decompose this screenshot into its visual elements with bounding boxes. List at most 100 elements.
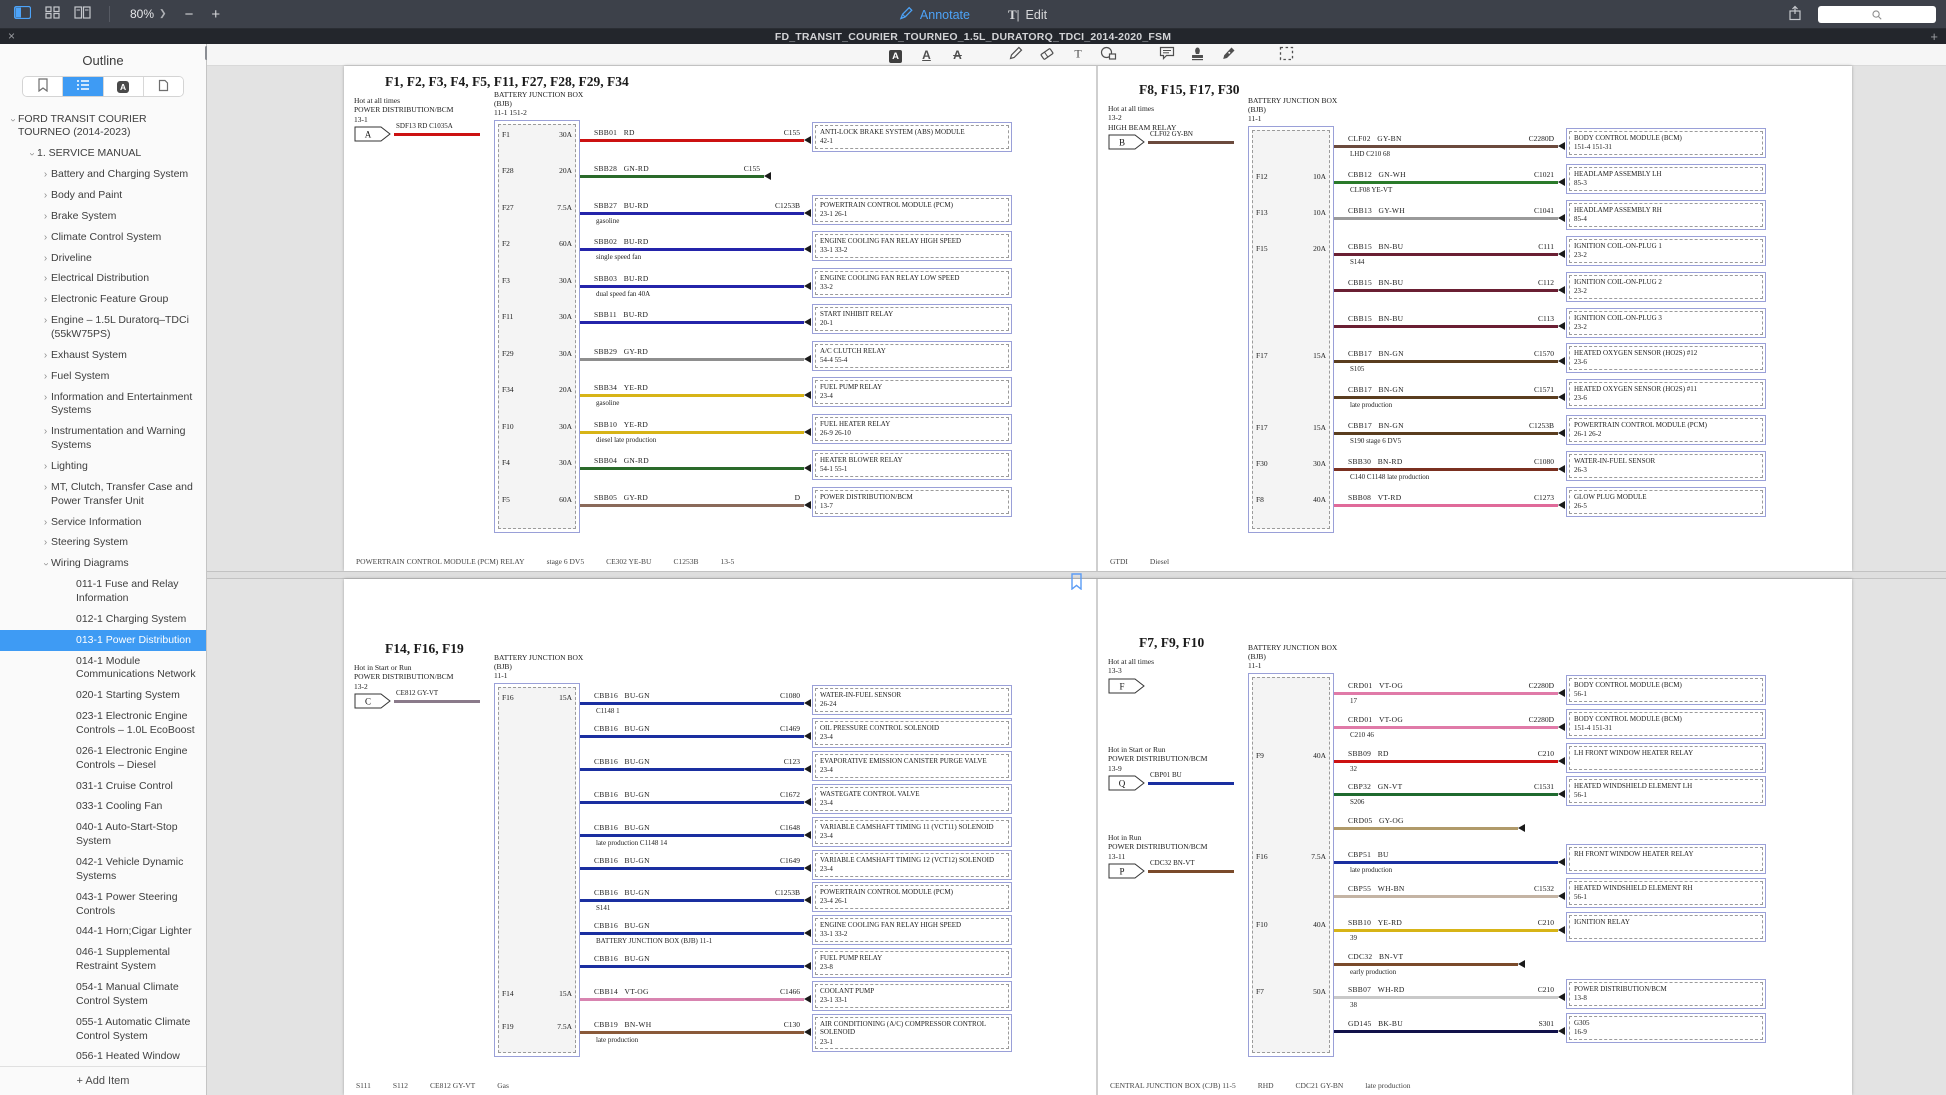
component-box: VARIABLE CAMSHAFT TIMING 12 (VCT12) SOLE… [812,850,1012,880]
wire [580,212,804,215]
outline-item[interactable]: ›Brake System [0,206,206,227]
outline-item[interactable]: 014-1 Module Communications Network [0,651,206,686]
outline-item[interactable]: ›Information and Entertainment Systems [0,387,206,422]
outline-item[interactable]: ›Driveline [0,248,206,269]
select-tool-button[interactable] [1278,46,1296,64]
stamp-tool-button[interactable] [1189,46,1207,64]
outline-item[interactable]: 055-1 Automatic Climate Control System [0,1012,206,1047]
bookmark-icon[interactable] [1070,573,1083,595]
outline-item[interactable]: 046-1 Supplemental Restraint System [0,943,206,978]
chevron-down-icon: › [40,559,53,570]
wire [580,932,804,935]
outline-item[interactable]: ›Service Information [0,512,206,533]
outline-item-label: 056-1 Heated Window [76,1050,180,1064]
underline-tool-button[interactable]: A [918,46,936,64]
wire-label: CBB15 BN-BU [1348,314,1403,323]
fuse-label: F1615A [502,693,572,702]
outline-item[interactable]: ›FORD TRANSIT COURIER TOURNEO (2014-2023… [0,109,206,144]
outline-item[interactable]: 040-1 Auto-Start-Stop System [0,818,206,853]
outline-item-label: 054-1 Manual Climate Control System [76,981,200,1009]
toolbar-right-group [1784,0,1936,29]
outline-item[interactable]: 044-1 Horn;Cigar Lighter [0,922,206,943]
diagram-annotations: S111S112CE812 GY-VTGas [356,1081,531,1090]
outline-item[interactable]: ›Exhaust System [0,345,206,366]
component-box: IGNITION COIL-ON-PLUG 123-2 [1566,236,1766,266]
pencil-tool-button[interactable] [1007,46,1025,64]
outline-item[interactable]: ›Wiring Diagrams [0,554,206,575]
new-tab-button[interactable]: + [1930,29,1938,44]
page-canvas[interactable]: F1, F2, F3, F4, F5, F11, F27, F28, F29, … [207,66,1946,1095]
search-input[interactable] [1818,6,1936,23]
outline-item[interactable]: ›Climate Control System [0,227,206,248]
zoom-in-button[interactable]: + [205,6,226,23]
sidebar-tab-switcher: A [22,76,184,97]
wire [1334,325,1558,328]
component-box: HEATED WINDSHIELD ELEMENT RH56-1 [1566,878,1766,908]
outline-item[interactable]: 042-1 Vehicle Dynamic Systems [0,853,206,888]
text-tool-button[interactable]: T [1069,46,1087,64]
outline-item[interactable]: ›1. SERVICE MANUAL [0,144,206,165]
wire [580,1031,804,1034]
sidebar-tab-bookmarks[interactable] [23,77,63,96]
outline-item[interactable]: ›Electronic Feature Group [0,290,206,311]
sidebar-tab-outline[interactable] [63,77,103,96]
outline-item[interactable]: 031-1 Cruise Control [0,776,206,797]
pencil-icon [1008,45,1024,64]
component-box: ENGINE COOLING FAN RELAY HIGH SPEED33-1 … [812,231,1012,261]
annotate-mode-tab[interactable]: Annotate [893,5,976,24]
zoom-out-button[interactable]: − [179,6,200,23]
strikethrough-icon: A [953,47,962,62]
wire-note: gasoline [596,217,619,225]
outline-item[interactable]: 012-1 Charging System [0,609,206,630]
two-page-view-button[interactable] [70,4,95,24]
wire-arrow [1558,393,1565,401]
thumbnails-view-button[interactable] [41,4,64,24]
note-tool-button[interactable] [1158,46,1176,64]
add-item-button[interactable]: + Add Item [0,1066,206,1095]
outline-item[interactable]: 011-1 Fuse and Relay Information [0,575,206,610]
signature-tool-button[interactable] [1220,46,1238,64]
two-page-icon [74,6,91,22]
shapes-tool-button[interactable] [1100,46,1118,64]
outline-item[interactable]: 056-1 Heated Window [0,1047,206,1066]
wire [1334,793,1558,796]
wire [580,139,804,142]
wire-note: 32 [1350,765,1357,773]
outline-item[interactable]: ›Body and Paint [0,185,206,206]
outline-item[interactable]: ›Battery and Charging System [0,165,206,186]
zoom-level-select[interactable]: 80% ❯ [124,6,173,22]
connector-label: C1532 [1488,884,1554,893]
marker-pen-icon [899,6,914,23]
sidebar-toggle-button[interactable] [10,4,35,24]
outline-item[interactable]: ›Electrical Distribution [0,269,206,290]
outline-item[interactable]: 023-1 Electronic Engine Controls – 1.0L … [0,707,206,742]
outline-item[interactable]: ›Instrumentation and Warning Systems [0,422,206,457]
outline-item[interactable]: 054-1 Manual Climate Control System [0,978,206,1013]
close-tab-button[interactable]: × [8,29,15,44]
outline-item[interactable]: ›MT, Clutch, Transfer Case and Power Tra… [0,477,206,512]
outline-item[interactable]: 033-1 Cooling Fan [0,797,206,818]
highlight-tool-button[interactable]: A [887,46,905,64]
outline-item[interactable]: ›Fuel System [0,366,206,387]
strikethrough-tool-button[interactable]: A [949,46,967,64]
chevron-right-icon: › [40,425,51,438]
sidebar-tab-annotations[interactable]: A [104,77,144,96]
outline-item[interactable]: ›Engine – 1.5L Duratorq–TDCi (55kW75PS) [0,311,206,346]
wire-label: CBB17 BN-GN [1348,421,1404,430]
connector-label: C1649 [734,856,800,865]
toolbar-left-group: 80% ❯ − + [0,4,226,24]
outline-item[interactable]: ›Lighting [0,456,206,477]
outline-item[interactable]: 013-1 Power Distribution [0,630,206,651]
connector-label: C111 [1488,242,1554,251]
sidebar-tab-pages[interactable] [144,77,183,96]
share-button[interactable] [1784,3,1806,26]
outline-item[interactable]: 026-1 Electronic Engine Controls – Diese… [0,741,206,776]
power-source-label: Hot at all timesPOWER DISTRIBUTION/BCM13… [354,96,494,144]
wire-arrow [804,798,811,806]
chevron-right-icon: › [40,293,51,306]
edit-mode-tab[interactable]: T| Edit [1002,6,1053,24]
outline-item[interactable]: ›Steering System [0,533,206,554]
eraser-tool-button[interactable] [1038,46,1056,64]
outline-item[interactable]: 043-1 Power Steering Controls [0,887,206,922]
outline-item[interactable]: 020-1 Starting System [0,686,206,707]
